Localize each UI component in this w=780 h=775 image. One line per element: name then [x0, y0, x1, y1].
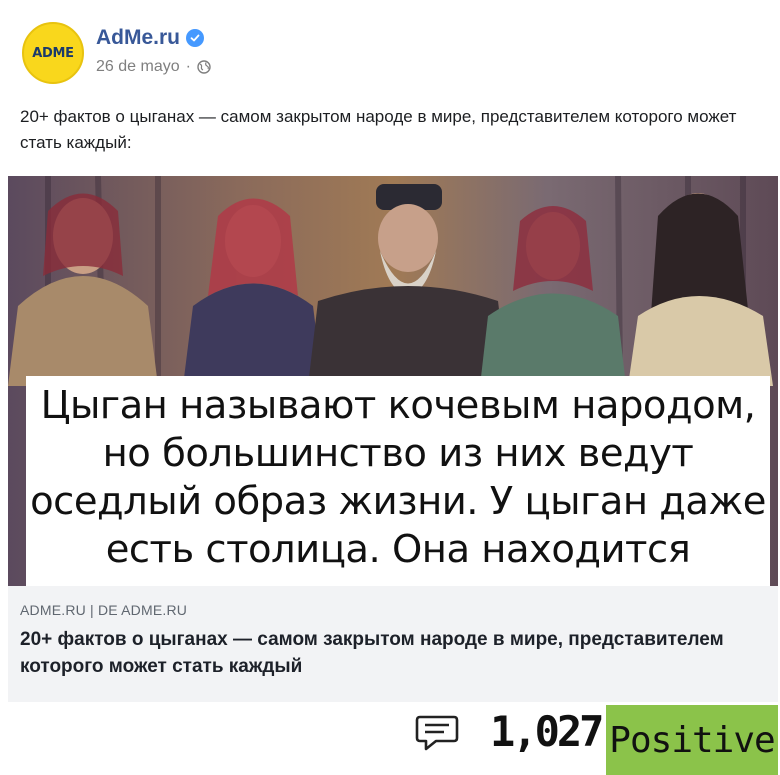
- verified-badge-icon: [186, 29, 204, 47]
- avatar-logo-text: ADME: [32, 45, 74, 61]
- image-caption: Цыган называют кочевым народом, но больш…: [26, 376, 770, 586]
- meta-separator: ·: [185, 58, 191, 75]
- stats-footer: 1,027 Positive: [0, 703, 780, 775]
- comment-count: 1,027: [490, 707, 604, 756]
- comment-icon: [415, 715, 459, 751]
- link-domain: ADME.RU | DE ADME.RU: [20, 602, 188, 618]
- link-preview-card[interactable]: ADME.RU | DE ADME.RU 20+ фактов о цыгана…: [8, 586, 778, 702]
- link-title[interactable]: 20+ фактов о цыганах — самом закрытом на…: [20, 626, 766, 680]
- sentiment-badge: Positive: [606, 705, 778, 775]
- post-header: ADME AdMe.ru 26 de mayo ·: [18, 18, 758, 90]
- facebook-post: ADME AdMe.ru 26 de mayo · 20+ фактов о ц…: [0, 0, 780, 775]
- globe-icon: [197, 60, 211, 74]
- post-image[interactable]: Цыган называют кочевым народом, но больш…: [8, 176, 778, 586]
- post-date[interactable]: 26 de mayo: [96, 58, 180, 76]
- post-text: 20+ фактов о цыганах — самом закрытом на…: [20, 107, 737, 152]
- page-name-link[interactable]: AdMe.ru: [96, 26, 180, 50]
- page-name-row: AdMe.ru: [96, 26, 204, 50]
- avatar[interactable]: ADME: [22, 22, 84, 84]
- post-meta: 26 de mayo ·: [96, 58, 211, 76]
